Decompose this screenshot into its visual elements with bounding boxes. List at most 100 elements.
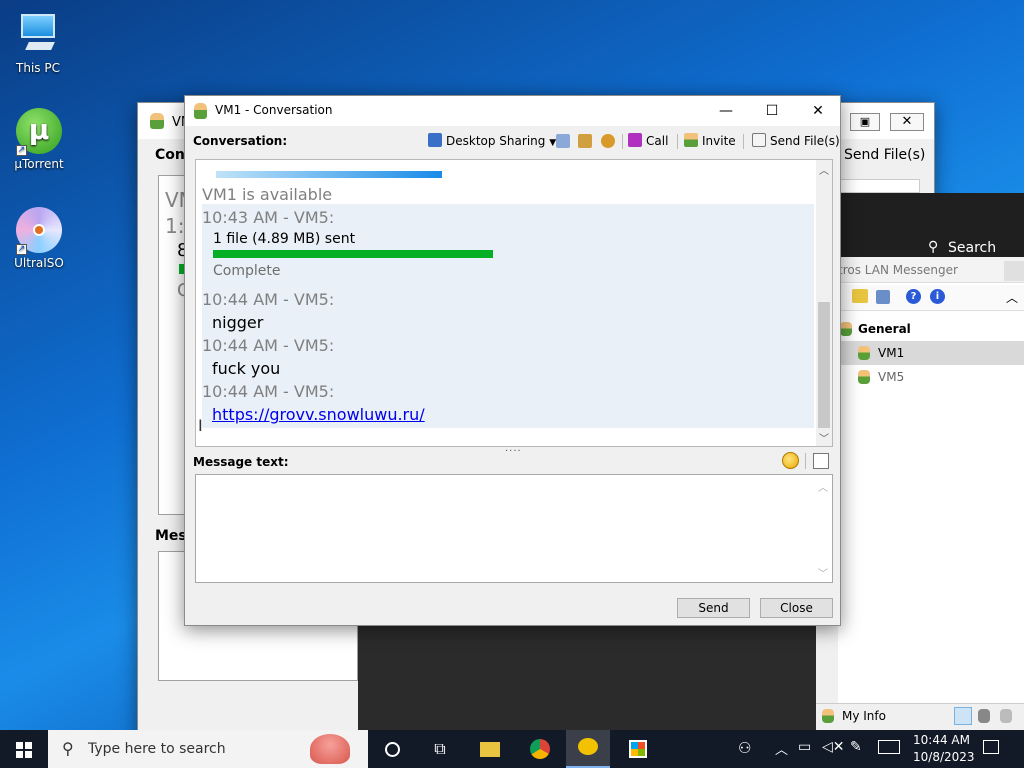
- taskbar-search-box[interactable]: ⚲ Type here to search: [48, 730, 368, 768]
- group-general[interactable]: General: [858, 322, 911, 336]
- scroll-up-icon[interactable]: ︿: [819, 162, 829, 177]
- emoticon-icon[interactable]: [782, 452, 799, 469]
- close-button[interactable]: ✕: [890, 113, 924, 131]
- toolbar-separator: [677, 134, 678, 149]
- maximize-button[interactable]: ☐: [749, 96, 795, 126]
- message-text: nigger: [212, 313, 264, 332]
- lan-messenger-task-active[interactable]: [566, 730, 610, 768]
- button-label: Desktop Sharing: [446, 134, 546, 148]
- splitter-handle[interactable]: ····: [505, 446, 522, 457]
- file-transfer-status: Complete: [213, 263, 281, 279]
- chrome-icon[interactable]: [522, 734, 558, 764]
- send-files-button[interactable]: Send File(s): [752, 131, 840, 151]
- chevron-up-icon[interactable]: ︿: [775, 739, 788, 758]
- video-camera-icon: [628, 133, 642, 147]
- search-icon: ⚲: [62, 739, 74, 758]
- scrollbar[interactable]: ︿ ﹀: [816, 160, 832, 446]
- file-explorer-icon[interactable]: [472, 734, 508, 764]
- group-icon: [840, 322, 852, 336]
- my-info-label[interactable]: My Info: [842, 709, 886, 723]
- button-label: Send File(s): [770, 134, 840, 148]
- status-away-icon[interactable]: [978, 709, 990, 723]
- toolbar-separator: [622, 134, 623, 149]
- desktop-icon-label: UltraISO: [14, 256, 64, 270]
- restore-button[interactable]: ▣: [850, 113, 880, 131]
- close-button[interactable]: ✕: [795, 96, 841, 126]
- people-icon[interactable]: ⚇: [738, 739, 751, 757]
- text-cursor-icon: I: [198, 416, 203, 435]
- message-link[interactable]: https://grovv.snowluwu.ru/: [212, 405, 425, 424]
- invite-button[interactable]: Invite: [684, 131, 736, 151]
- disc-icon: ↗: [16, 207, 62, 255]
- desktop-icon-label: This PC: [16, 61, 60, 75]
- cortana-icon[interactable]: [374, 734, 410, 764]
- scroll-thumb[interactable]: [818, 302, 830, 428]
- clock-time[interactable]: 10:44 AM: [913, 733, 970, 747]
- title-bar[interactable]: VM1 - Conversation — ☐ ✕: [185, 96, 840, 126]
- search-icon[interactable]: ⚲: [928, 239, 938, 255]
- message-header: 10:44 AM - VM5:: [202, 336, 335, 355]
- messenger-title: tros LAN Messenger: [838, 263, 958, 277]
- pen-icon[interactable]: ✎: [850, 739, 862, 755]
- transfer-progress-bar: [213, 250, 493, 258]
- user-icon: [858, 346, 870, 360]
- file-transfer-text: 1 file (4.89 MB) sent: [213, 231, 356, 247]
- windows-icon: [16, 742, 32, 758]
- conversation-heading: Conversation:: [193, 134, 288, 148]
- add-users-icon: [684, 133, 698, 147]
- task-view-icon[interactable]: ⧉: [422, 734, 458, 764]
- desktop-icon-label: µTorrent: [14, 157, 64, 171]
- folder-icon[interactable]: [852, 289, 868, 303]
- lan-messenger-window[interactable]: ⚲ Search tros LAN Messenger ? i ︿ Genera…: [816, 193, 1024, 730]
- keyboard-icon[interactable]: [878, 740, 900, 754]
- store-icon[interactable]: [620, 734, 656, 764]
- info-icon[interactable]: i: [930, 289, 945, 304]
- my-info-bar[interactable]: My Info: [816, 704, 1024, 730]
- octopus-icon: [310, 734, 350, 764]
- help-icon[interactable]: ?: [906, 289, 921, 304]
- edit-note-icon[interactable]: [813, 453, 829, 469]
- desktop-icon-utorrent[interactable]: µ ↗ µTorrent: [1, 108, 77, 171]
- window-control-fragment[interactable]: [1004, 261, 1024, 281]
- send-button[interactable]: Send: [677, 598, 750, 618]
- close-dialog-button[interactable]: Close: [760, 598, 833, 618]
- user-icon: [858, 370, 870, 384]
- chevron-up-icon[interactable]: ︿: [1006, 289, 1018, 306]
- desktop-icon-ultraiso[interactable]: ↗ UltraISO: [1, 207, 77, 270]
- scroll-down-icon[interactable]: ﹀: [818, 565, 828, 580]
- contact-vm1[interactable]: VM1: [838, 341, 1024, 365]
- volume-muted-icon[interactable]: ◁✕: [822, 739, 845, 755]
- screenshot-thumbnail-bar: [216, 171, 442, 178]
- history-icon[interactable]: [556, 134, 570, 148]
- message-label: Message text:: [193, 455, 289, 469]
- send-files-button[interactable]: Send File(s): [844, 147, 925, 163]
- history-icon[interactable]: [876, 290, 890, 304]
- contact-vm5[interactable]: VM5: [838, 365, 1024, 389]
- minimize-button[interactable]: —: [703, 96, 749, 126]
- message-header: 10:43 AM - VM5:: [202, 208, 335, 227]
- settings-icon[interactable]: [601, 134, 615, 148]
- transfers-icon[interactable]: [578, 134, 592, 148]
- user-icon: [822, 709, 834, 723]
- button-label: Call: [646, 134, 669, 148]
- scroll-up-icon[interactable]: ︿: [818, 479, 828, 494]
- desktop-sharing-button[interactable]: Desktop Sharing ▼: [428, 131, 556, 151]
- message-header: 10:44 AM - VM5:: [202, 382, 335, 401]
- network-icon[interactable]: ▭: [798, 739, 811, 755]
- status-offline-icon[interactable]: [1000, 709, 1012, 723]
- status-online-icon[interactable]: [954, 707, 972, 725]
- contact-name: VM5: [878, 370, 905, 384]
- user-icon: [150, 113, 164, 129]
- toolbar-separator: [805, 453, 806, 469]
- button-label: Invite: [702, 134, 736, 148]
- scroll-down-icon[interactable]: ﹀: [819, 430, 829, 445]
- desktop-icon-this-pc[interactable]: This PC: [0, 12, 76, 75]
- message-input[interactable]: ︿ ﹀: [195, 474, 833, 583]
- start-button[interactable]: [0, 730, 48, 768]
- send-file-icon: [752, 133, 766, 147]
- search-label[interactable]: Search: [948, 240, 996, 256]
- call-button[interactable]: Call: [628, 131, 668, 151]
- clock-date[interactable]: 10/8/2023: [913, 750, 975, 764]
- contact-name: VM1: [878, 346, 905, 360]
- notifications-icon[interactable]: [983, 740, 999, 754]
